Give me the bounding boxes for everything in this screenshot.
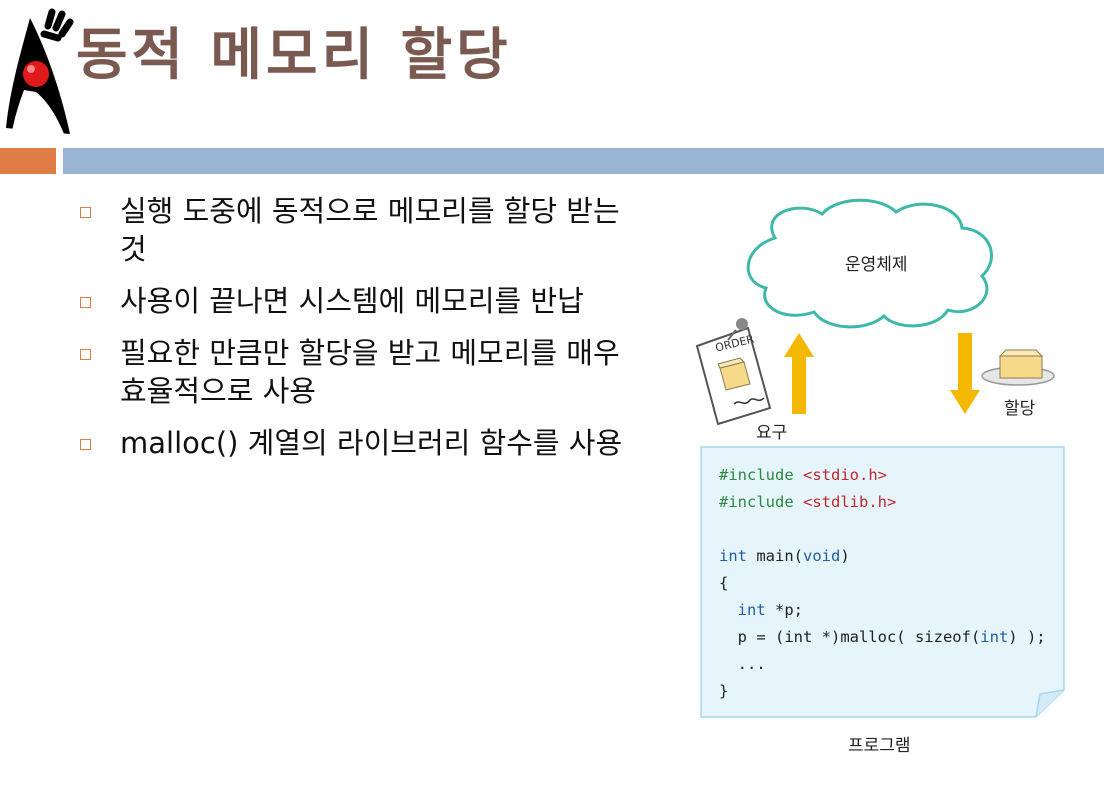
code-line-6: int *p; — [737, 601, 803, 619]
program-label: 프로그램 — [848, 736, 911, 756]
alloc-arrow-down-icon — [950, 333, 980, 414]
code-line-5: { — [719, 574, 729, 592]
duke-mascot-icon — [6, 8, 74, 134]
bullet-item: 필요한 만큼만 할당을 받고 메모리를 매우 효율적으로 사용 — [80, 334, 650, 410]
bullet-item: 사용이 끝나면 시스템에 메모리를 반납 — [80, 282, 650, 320]
bullet-item: 실행 도중에 동적으로 메모리를 할당 받는 것 — [80, 192, 650, 268]
request-label: 요구 — [756, 423, 788, 443]
allocation-label: 할당 — [1004, 399, 1036, 419]
bullet-text: malloc() 계열의 라이브러리 함수를 사용 — [120, 426, 623, 460]
title-accent-bar-blue — [63, 148, 1104, 174]
bullet-square-icon — [80, 349, 91, 360]
code-line-8: ... — [719, 655, 766, 673]
bullet-list: 실행 도중에 동적으로 메모리를 할당 받는 것 사용이 끝나면 시스템에 메모… — [80, 192, 650, 476]
code-line-9: } — [719, 682, 729, 700]
allocated-box-icon — [981, 349, 1055, 386]
code-line-4: int main(void) — [719, 547, 850, 565]
bullet-text: 사용이 끝나면 시스템에 메모리를 반납 — [120, 284, 584, 318]
bullet-square-icon — [80, 297, 91, 308]
code-line-2: #include <stdlib.h> — [719, 493, 897, 511]
page-title: 동적 메모리 할당 — [76, 23, 512, 88]
code-block: #include <stdio.h> #include <stdlib.h> in… — [719, 462, 1046, 705]
bullet-text: 실행 도중에 동적으로 메모리를 할당 받는 것 — [120, 194, 620, 266]
request-arrow-up-icon — [784, 333, 814, 414]
code-line-7: p = (int *)malloc( sizeof(int) ); — [719, 628, 1046, 646]
bullet-text: 필요한 만큼만 할당을 받고 메모리를 매우 효율적으로 사용 — [120, 336, 620, 408]
bullet-square-icon — [80, 439, 91, 450]
os-label: 운영체제 — [845, 255, 908, 275]
bullet-item: malloc() 계열의 라이브러리 함수를 사용 — [80, 424, 650, 462]
bullet-square-icon — [80, 207, 91, 218]
order-form-icon — [695, 318, 772, 426]
title-accent-bar-orange — [0, 148, 56, 174]
code-line-1: #include <stdio.h> — [719, 466, 887, 484]
